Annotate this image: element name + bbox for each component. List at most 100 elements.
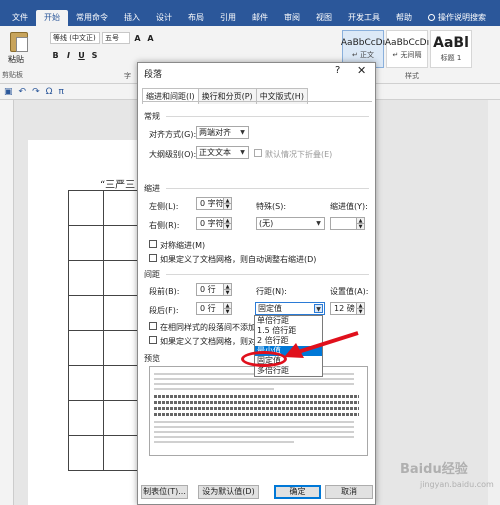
clipboard-group: 粘贴 剪贴板	[2, 28, 40, 82]
before-value: 0 行	[200, 285, 216, 294]
preview-title: 预览	[144, 354, 160, 363]
tab-review[interactable]: 审阅	[276, 10, 308, 26]
strikethrough-icon[interactable]: S	[89, 50, 100, 61]
mirror-indents-checkbox[interactable]	[149, 240, 157, 248]
spin-down-icon[interactable]: ▼	[223, 223, 231, 230]
spin-down-icon[interactable]: ▼	[356, 223, 364, 230]
paste-icon[interactable]	[10, 32, 28, 52]
preview-line	[154, 426, 354, 428]
collapsed-checkbox[interactable]	[254, 149, 262, 157]
before-spinner[interactable]: 0 行 ▲ ▼	[196, 283, 232, 296]
undo-icon[interactable]: ↶	[19, 87, 27, 97]
preview-line	[154, 431, 354, 433]
table-row	[68, 225, 138, 261]
tab-insert[interactable]: 插入	[116, 10, 148, 26]
paragraph-dialog: 段落 ? ✕ 缩进和间距(I) 换行和分页(P) 中文版式(H) 常规 对齐方式…	[137, 62, 376, 505]
alignment-combo[interactable]: 两端对齐 ▼	[196, 126, 249, 139]
style-sample: AaBl	[433, 35, 469, 51]
ok-button[interactable]: 确定	[274, 485, 321, 499]
preview-line	[154, 441, 294, 443]
by-label: 缩进值(Y):	[330, 202, 368, 211]
preview-line	[154, 413, 359, 416]
line-spacing-option[interactable]: 多倍行距	[255, 366, 322, 376]
clipboard-group-label: 剪贴板	[2, 71, 23, 79]
by-spinner[interactable]: ▲ ▼	[330, 217, 365, 230]
italic-icon[interactable]: I	[63, 50, 74, 61]
help-icon[interactable]: ?	[335, 65, 340, 76]
shrink-font-icon[interactable]: A	[145, 33, 156, 44]
set-default-button[interactable]: 设为默认值(D)	[198, 485, 259, 499]
paste-button-label[interactable]: 粘贴	[8, 54, 24, 65]
style-name: 标题 1	[440, 54, 462, 62]
close-icon[interactable]: ✕	[357, 64, 366, 77]
auto-adjust-checkbox[interactable]	[149, 254, 157, 262]
underline-icon[interactable]: U	[76, 50, 87, 61]
tab-design[interactable]: 设计	[148, 10, 180, 26]
style-sample: AaBbCcDı	[340, 38, 386, 48]
annotation-arrow-icon	[284, 331, 359, 358]
preview-line	[154, 407, 359, 410]
line-spacing-combo[interactable]: 固定值 ▼	[255, 302, 325, 315]
spin-down-icon[interactable]: ▼	[356, 308, 364, 315]
watermark-url: jingyan.baidu.com	[420, 480, 494, 489]
font-size-combo[interactable]: 五号	[102, 32, 130, 44]
vertical-scrollbar[interactable]	[488, 100, 500, 505]
right-indent-label: 右侧(R):	[149, 221, 180, 230]
chevron-down-icon: ▼	[240, 129, 245, 136]
section-divider	[166, 188, 369, 189]
at-value: 12 磅	[334, 304, 355, 313]
snap-grid-checkbox[interactable]	[149, 336, 157, 344]
preview-line	[154, 388, 274, 390]
chevron-down-icon[interactable]: ▼	[314, 304, 323, 313]
line-spacing-option[interactable]: 单倍行距	[255, 316, 322, 326]
line-spacing-label: 行距(N):	[256, 287, 287, 296]
preview-line	[154, 401, 359, 404]
no-space-checkbox[interactable]	[149, 322, 157, 330]
lightbulb-icon	[428, 14, 435, 21]
table-row	[68, 330, 138, 366]
style-no-spacing[interactable]: AaBbCcDı ↵ 无间隔	[384, 30, 430, 68]
tab-file[interactable]: 文件	[4, 10, 36, 26]
preview-line	[154, 383, 354, 385]
tab-view[interactable]: 视图	[308, 10, 340, 26]
styles-group-label: 样式	[405, 72, 419, 80]
document-title: “三严三	[100, 180, 136, 191]
preview-line	[154, 421, 354, 423]
tab-home[interactable]: 开始	[36, 10, 68, 26]
font-name-combo[interactable]: 等线 (中文正)	[50, 32, 100, 44]
document-table[interactable]	[68, 190, 138, 471]
style-name: ↵ 正文	[351, 51, 375, 59]
cancel-button[interactable]: 取消	[325, 485, 373, 499]
tab-common-commands[interactable]: 常用命令	[68, 10, 116, 26]
outline-level-combo[interactable]: 正文文本 ▼	[196, 146, 249, 159]
redo-icon[interactable]: ↷	[32, 87, 40, 97]
tell-me-search[interactable]: 操作说明搜索	[420, 10, 494, 26]
tab-mailings[interactable]: 邮件	[244, 10, 276, 26]
special-label: 特殊(S):	[256, 202, 287, 211]
special-combo[interactable]: (无) ▼	[256, 217, 325, 230]
spin-down-icon[interactable]: ▼	[223, 308, 231, 315]
tab-developer[interactable]: 开发工具	[340, 10, 388, 26]
after-spinner[interactable]: 0 行 ▲ ▼	[196, 302, 232, 315]
vertical-ruler	[0, 100, 14, 505]
left-indent-spinner[interactable]: 0 字符 ▲ ▼	[196, 197, 232, 210]
style-sample: AaBbCcDı	[384, 38, 430, 48]
style-heading-1[interactable]: AaBl 标题 1	[430, 30, 472, 68]
font-row: 等线 (中文正) 五号 A A	[50, 32, 156, 44]
grow-font-icon[interactable]: A	[132, 33, 143, 44]
at-spinner[interactable]: 12 磅 ▲ ▼	[330, 302, 365, 315]
tab-references[interactable]: 引用	[212, 10, 244, 26]
tab-help[interactable]: 帮助	[388, 10, 420, 26]
spin-down-icon[interactable]: ▼	[223, 289, 231, 296]
dialog-title: 段落	[144, 70, 163, 80]
bold-icon[interactable]: B	[50, 50, 61, 61]
equation-icon[interactable]: π	[59, 87, 64, 97]
spin-down-icon[interactable]: ▼	[223, 203, 231, 210]
symbol-icon[interactable]: Ω	[46, 87, 53, 97]
tab-layout[interactable]: 布局	[180, 10, 212, 26]
table-row	[68, 435, 138, 471]
tabs-button[interactable]: 制表位(T)...	[141, 485, 188, 499]
right-indent-spinner[interactable]: 0 字符 ▲ ▼	[196, 217, 232, 230]
save-icon[interactable]: ▣	[4, 87, 13, 97]
at-label: 设置值(A):	[330, 287, 369, 296]
